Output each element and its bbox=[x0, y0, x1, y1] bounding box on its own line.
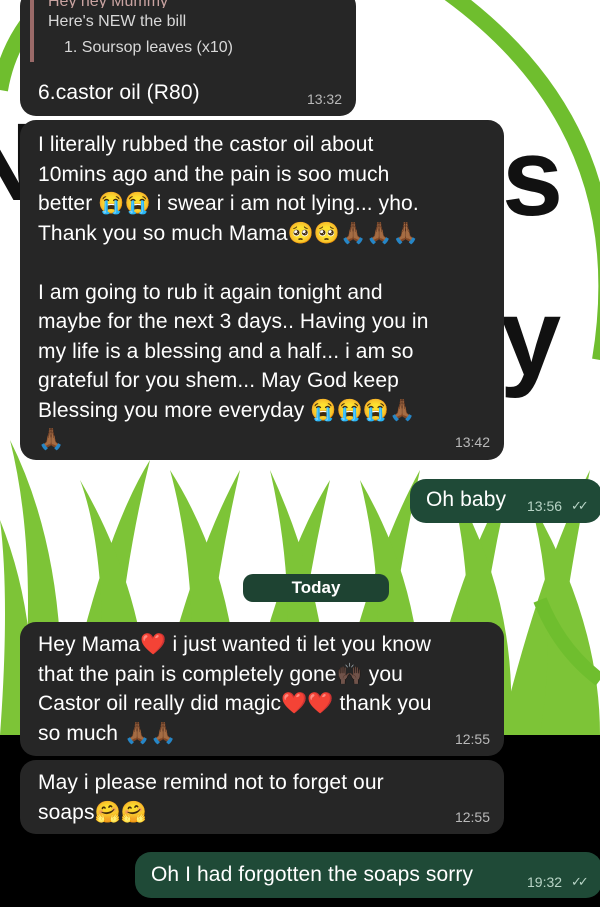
message-text-block: I literally rubbed the castor oil about … bbox=[38, 130, 428, 455]
read-receipt-icon: ✓✓ bbox=[571, 874, 589, 889]
message-line: May i please remind not to forget our bbox=[38, 771, 384, 794]
message-text-block: May i please remind not to forget our so… bbox=[38, 768, 384, 827]
message-time: 12:55 bbox=[454, 731, 490, 747]
message-bubble-forgot-soaps[interactable]: Oh I had forgotten the soaps sorry 19:32… bbox=[135, 852, 600, 898]
message-text: Oh baby bbox=[426, 488, 507, 511]
message-bubble-remind-soaps[interactable]: May i please remind not to forget our so… bbox=[20, 760, 504, 834]
message-time: 12:55 bbox=[454, 809, 490, 825]
read-receipt-icon: ✓✓ bbox=[571, 498, 589, 513]
message-line: grateful for you shem... May God keep bbox=[38, 369, 399, 392]
message-time: 19:32 bbox=[527, 874, 563, 890]
quoted-line-1: Here's NEW the bill bbox=[48, 13, 187, 30]
quoted-line-2: 1. Soursop leaves (x10) bbox=[64, 39, 233, 56]
message-line: I am going to rub it again tonight and bbox=[38, 280, 383, 304]
logo-letter-y: y bbox=[500, 276, 561, 399]
message-bubble-castor-oil-bill[interactable]: Hey hey Mummy Here's NEW the bill 1. Sou… bbox=[20, 0, 356, 116]
message-line: I literally rubbed the castor oil about bbox=[38, 133, 374, 156]
quoted-author: Hey hey Mummy bbox=[48, 0, 350, 8]
message-text: Oh I had forgotten the soaps sorry bbox=[151, 863, 474, 886]
message-line: better 😭😭 i swear i am not lying... yho. bbox=[38, 192, 419, 215]
date-separator: Today bbox=[243, 574, 389, 602]
message-line: 🙏🏾 bbox=[38, 428, 65, 451]
message-time: 13:42 bbox=[454, 434, 490, 450]
message-line: my life is a blessing and a half... i am… bbox=[38, 339, 414, 363]
message-line: Thank you so much Mama🥺🥺🙏🏾🙏🏾🙏🏾 bbox=[38, 221, 419, 245]
message-time: 13:32 bbox=[306, 91, 342, 107]
message-time: 13:56 bbox=[527, 498, 563, 514]
logo-letter-s: s bbox=[502, 116, 563, 239]
message-bubble-castor-oil-thanks[interactable]: I literally rubbed the castor oil about … bbox=[20, 120, 504, 460]
message-line: soaps🤗🤗 bbox=[38, 800, 148, 824]
message-bubble-pain-gone[interactable]: Hey Mama❤️ i just wanted ti let you know… bbox=[20, 622, 504, 756]
quoted-message[interactable]: Hey hey Mummy Here's NEW the bill 1. Sou… bbox=[30, 0, 350, 62]
message-line: Castor oil really did magic❤️❤️ thank yo… bbox=[38, 692, 432, 715]
message-line: Hey Mama❤️ i just wanted ti let you know bbox=[38, 633, 432, 656]
message-text: 6.castor oil (R80) bbox=[38, 81, 200, 104]
message-line: Blessing you more everyday 😭😭😭🙏🏾 bbox=[38, 398, 416, 422]
message-line: maybe for the next 3 days.. Having you i… bbox=[38, 310, 429, 333]
message-line bbox=[38, 248, 428, 278]
message-line: 10mins ago and the pain is soo much bbox=[38, 162, 390, 186]
message-line: so much 🙏🏾🙏🏾 bbox=[38, 721, 177, 745]
message-text-block: Hey Mama❤️ i just wanted ti let you know… bbox=[38, 630, 432, 748]
message-line: that the pain is completely gone🙌🏿 you bbox=[38, 662, 403, 686]
message-bubble-oh-baby[interactable]: Oh baby 13:56 ✓✓ bbox=[410, 479, 600, 523]
